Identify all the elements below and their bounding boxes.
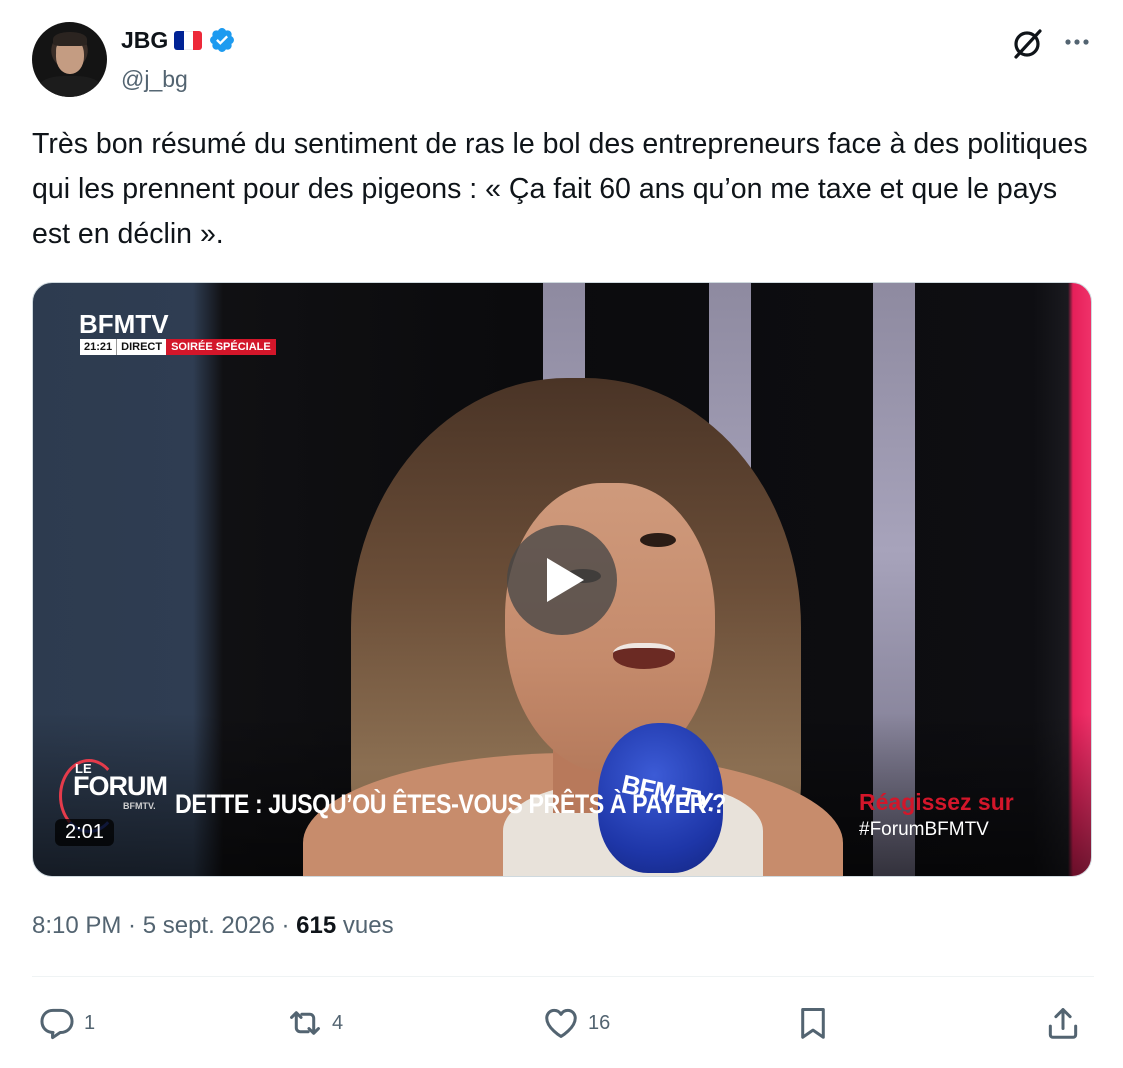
forum-sub: BFMTV.: [123, 801, 156, 811]
like-count: 16: [588, 1011, 611, 1034]
tweet-meta: 8:10 PM · 5 sept. 2026 · 615 vues: [32, 912, 394, 940]
live-label: DIRECT: [116, 339, 167, 355]
more-options-icon[interactable]: [1059, 24, 1095, 60]
forum-word: FORUM: [73, 771, 168, 801]
views-label: vues: [342, 912, 394, 939]
user-handle[interactable]: @j_bg: [121, 66, 188, 93]
action-bar: 1 4 16: [32, 1000, 1094, 1046]
video-duration: 2:01: [55, 819, 114, 846]
tweet-text: Très bon résumé du sentiment de ras le b…: [32, 128, 1088, 250]
heart-icon: [545, 1008, 577, 1038]
video-player[interactable]: BFM TV. BFMTV 21:21 DIRECT SOIRÉE SPÉCIA…: [32, 282, 1092, 877]
views-count: 615: [296, 912, 337, 939]
reply-count: 1: [84, 1011, 96, 1034]
play-button[interactable]: [507, 525, 617, 635]
lower-third-banner: DETTE : JUSQU’OÙ ÊTES-VOUS PRÊTS À PAYER…: [175, 789, 726, 819]
video-subject-mouth: [613, 643, 675, 669]
tweet-time[interactable]: 8:10 PM: [32, 912, 121, 939]
divider: [32, 976, 1094, 977]
tweet-date[interactable]: 5 sept. 2026: [143, 912, 275, 939]
tweet-header: JBG @j_bg: [32, 22, 1094, 100]
video-subject-eye: [640, 533, 676, 547]
like-button[interactable]: 16: [542, 1000, 610, 1046]
repost-icon: [290, 1011, 320, 1035]
repost-button[interactable]: 4: [286, 1000, 343, 1046]
live-time: 21:21: [80, 339, 117, 355]
meta-separator: ·: [274, 912, 297, 939]
repost-count: 4: [332, 1011, 344, 1034]
react-prompt: Réagissez sur: [859, 789, 1014, 815]
reply-button[interactable]: 1: [38, 1000, 95, 1046]
bookmark-button[interactable]: [794, 1000, 832, 1046]
name-row: JBG: [121, 26, 236, 54]
france-flag-icon: [174, 30, 203, 50]
verified-badge-icon[interactable]: [208, 26, 236, 54]
grok-icon[interactable]: [1007, 24, 1047, 64]
share-icon: [1048, 1008, 1078, 1039]
channel-logo: BFMTV: [79, 309, 169, 339]
special-label: SOIRÉE SPÉCIALE: [166, 339, 276, 355]
live-bar: 21:21 DIRECT SOIRÉE SPÉCIALE: [80, 339, 276, 355]
meta-separator: ·: [121, 912, 143, 939]
bookmark-icon: [801, 1008, 825, 1039]
avatar[interactable]: [32, 22, 107, 97]
share-button[interactable]: [1044, 1000, 1082, 1046]
play-icon: [547, 558, 584, 602]
reply-icon: [40, 1008, 74, 1040]
react-hashtag: #ForumBFMTV: [859, 819, 989, 840]
display-name[interactable]: JBG: [121, 27, 168, 54]
